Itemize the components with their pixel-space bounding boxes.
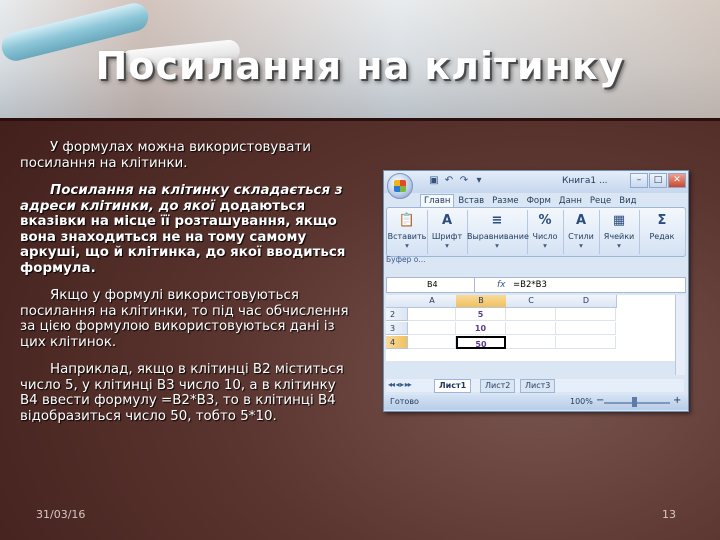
- vertical-scrollbar[interactable]: [675, 295, 685, 375]
- column-header[interactable]: D: [556, 295, 617, 308]
- sheet-tab[interactable]: Лист2: [480, 379, 516, 393]
- row-header[interactable]: 4: [386, 336, 408, 349]
- excel-window: ▣ ↶ ↷ ▾ Книга1 ... – □ ✕ Главн Встав Разме…: [383, 170, 689, 412]
- dropdown-arrow-icon: ▾: [495, 241, 499, 250]
- row-header[interactable]: 3: [386, 322, 408, 335]
- ribbon-group-label: Число: [532, 232, 558, 241]
- dropdown-arrow-icon: ▾: [543, 241, 547, 250]
- ribbon-tab[interactable]: Встав: [454, 194, 488, 208]
- ribbon-group-icon: Σ: [657, 213, 667, 228]
- cell[interactable]: [556, 308, 616, 321]
- ribbon-tabs: Главн Встав Разме Форм Данн Реце Вид: [420, 194, 641, 208]
- ribbon-group[interactable]: Σ Редак: [639, 210, 686, 254]
- window-title: Книга1 ...: [562, 176, 608, 186]
- window-controls: – □ ✕: [630, 173, 686, 188]
- zoom-slider-knob[interactable]: [632, 397, 637, 407]
- cell[interactable]: [408, 322, 456, 335]
- cell[interactable]: [408, 336, 456, 349]
- cell-b3[interactable]: 10: [456, 322, 506, 335]
- redo-icon[interactable]: ↷: [458, 175, 470, 187]
- cell[interactable]: [506, 322, 556, 335]
- column-header[interactable]: B: [456, 295, 507, 308]
- sheet-tab[interactable]: Лист1: [434, 379, 472, 393]
- ribbon-group-icon: ▦: [612, 213, 626, 228]
- formula-bar: B4 fx =B2*B3: [386, 277, 686, 293]
- dropdown-arrow-icon: ▾: [445, 241, 449, 250]
- ribbon-group[interactable]: ≡ Выравнивание ▾: [467, 210, 529, 254]
- customize-qat-icon[interactable]: ▾: [473, 175, 485, 187]
- cell[interactable]: [556, 322, 616, 335]
- ribbon-group[interactable]: % Число ▾: [527, 210, 564, 254]
- cell-b4[interactable]: 50: [456, 336, 506, 349]
- minimize-button[interactable]: –: [630, 173, 648, 188]
- save-icon[interactable]: ▣: [428, 175, 440, 187]
- ribbon-group-icon: ≡: [491, 213, 503, 228]
- header-divider: [0, 118, 720, 121]
- ribbon-group-label: Редак: [649, 232, 675, 241]
- office-button[interactable]: [387, 173, 413, 199]
- footer-date: 31/03/16: [36, 508, 86, 521]
- excel-title-bar: ▣ ↶ ↷ ▾ Книга1 ... – □ ✕: [384, 171, 688, 193]
- ribbon-group-icon: 📋: [398, 213, 416, 228]
- ribbon-group-label: Выравнивание: [467, 232, 529, 241]
- dropdown-arrow-icon: ▾: [405, 241, 409, 250]
- slide-title: Посилання на клітинку: [95, 44, 625, 88]
- ribbon-group-label: Вставить: [387, 232, 427, 241]
- slide: Посилання на клітинку У формулах можна в…: [0, 0, 720, 540]
- cell-b2[interactable]: 5: [456, 308, 506, 321]
- column-header[interactable]: C: [506, 295, 557, 308]
- column-header[interactable]: [386, 295, 409, 308]
- zoom-out-icon[interactable]: −: [596, 395, 604, 406]
- column-header[interactable]: A: [408, 295, 457, 308]
- zoom-slider[interactable]: [604, 402, 670, 404]
- maximize-button[interactable]: □: [649, 173, 667, 188]
- ribbon-group[interactable]: 📋 Вставить ▾: [387, 210, 428, 254]
- ribbon-tab[interactable]: Реце: [586, 194, 615, 208]
- cell[interactable]: [506, 308, 556, 321]
- zoom-level[interactable]: 100%: [570, 397, 593, 406]
- paragraph-intro: У формулах можна використовувати посилан…: [20, 140, 311, 171]
- sheet-nav-arrows[interactable]: ◂◂ ◂ ▸ ▸▸: [388, 380, 412, 389]
- zoom-in-icon[interactable]: +: [673, 395, 681, 406]
- undo-icon[interactable]: ↶: [443, 175, 455, 187]
- ribbon-tab[interactable]: Форм: [523, 194, 555, 208]
- slide-body: У формулах можна використовувати посилан…: [20, 140, 350, 436]
- ribbon-group[interactable]: ▦ Ячейки ▾: [599, 210, 640, 254]
- ribbon-group-label: Ячейки: [603, 232, 635, 241]
- ribbon-tab[interactable]: Главн: [420, 194, 455, 208]
- ribbon-tab[interactable]: Разме: [488, 194, 523, 208]
- paragraph-calculation: Якщо у формулі використовуються посиланн…: [20, 288, 349, 350]
- ribbon-group-icon: %: [538, 213, 552, 228]
- ribbon-tab[interactable]: Вид: [615, 194, 640, 208]
- ribbon-group-label: Стили: [568, 232, 594, 241]
- ribbon-group-icon: A: [441, 213, 453, 228]
- office-logo-icon: [394, 180, 406, 192]
- ribbon: 📋 Вставить ▾ A Шрифт ▾ ≡ Выравнивание ▾% Число ▾ A С…: [386, 207, 686, 257]
- row-header[interactable]: 2: [386, 308, 408, 321]
- close-button[interactable]: ✕: [668, 173, 686, 188]
- quick-access-toolbar: ▣ ↶ ↷ ▾: [428, 175, 485, 189]
- ribbon-group-label: Шрифт: [431, 232, 463, 241]
- formula-input[interactable]: =B2*B3: [513, 278, 547, 292]
- status-bar: Готово 100% − +: [384, 395, 688, 410]
- paragraph-definition: Посилання на клітинку складається з адре…: [20, 183, 350, 276]
- status-ready: Готово: [390, 397, 419, 406]
- paragraph-example: Наприклад, якщо в клітинці B2 міститься …: [20, 362, 344, 424]
- ribbon-group[interactable]: A Стили ▾: [563, 210, 600, 254]
- page-number: 13: [662, 508, 676, 521]
- sheet-tabs-bar: ◂◂ ◂ ▸ ▸▸ Лист1 Лист2 Лист3: [386, 379, 684, 393]
- clipboard-group-label: Буфер о...: [386, 255, 426, 264]
- ribbon-group[interactable]: A Шрифт ▾: [427, 210, 468, 254]
- sheet-tab[interactable]: Лист3: [520, 379, 556, 393]
- cell[interactable]: [506, 336, 556, 349]
- ribbon-group-icon: A: [575, 213, 587, 228]
- ribbon-tab[interactable]: Данн: [555, 194, 586, 208]
- dropdown-arrow-icon: ▾: [579, 241, 583, 250]
- fx-icon[interactable]: fx: [497, 278, 506, 292]
- cell[interactable]: [556, 336, 616, 349]
- dropdown-arrow-icon: ▾: [617, 241, 621, 250]
- cell[interactable]: [408, 308, 456, 321]
- name-box[interactable]: B4: [387, 278, 475, 292]
- worksheet-grid: A B C D 2 5 3 10 4 50: [386, 295, 684, 361]
